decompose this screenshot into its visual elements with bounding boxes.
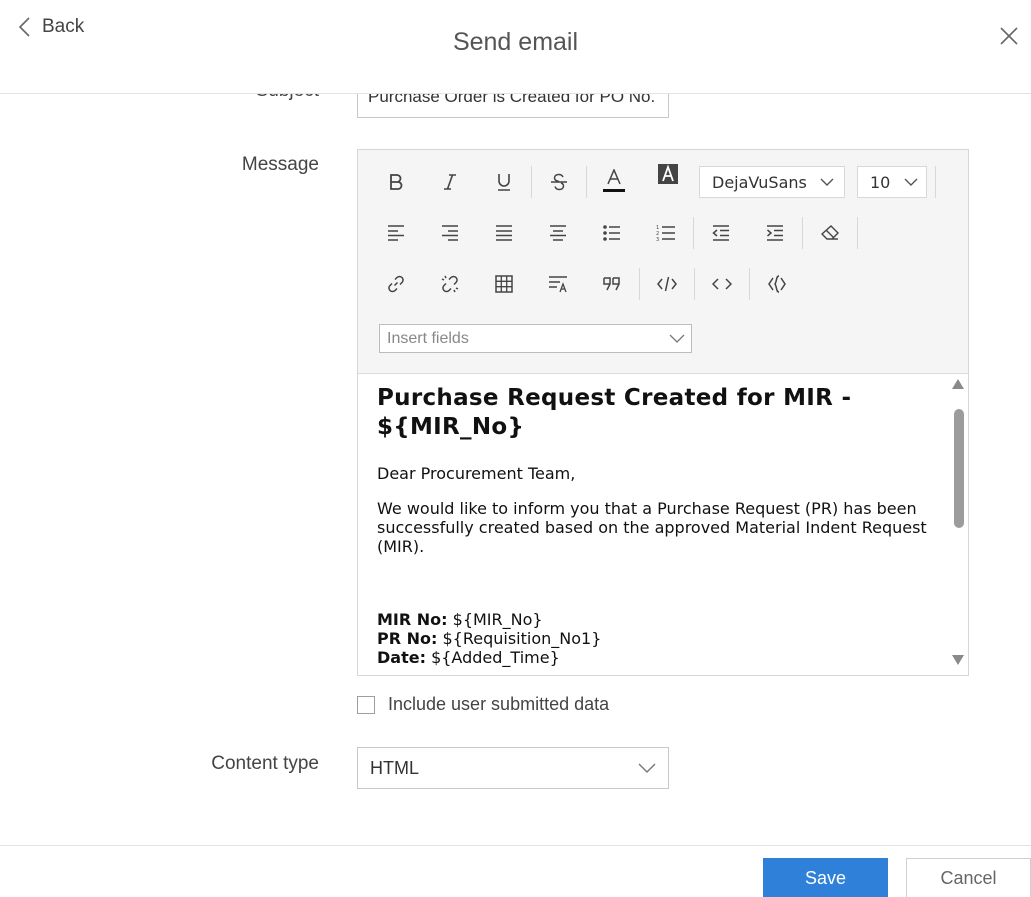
content-type-select[interactable]: HTML (357, 747, 669, 789)
align-right-button[interactable] (423, 213, 477, 253)
insert-fields-select[interactable]: Insert fields (379, 324, 692, 353)
link-icon (388, 275, 404, 293)
insert-field-icon (768, 275, 786, 293)
field-value: ${Requisition_No1} (437, 629, 602, 648)
subject-input[interactable]: Purchase Order is Created for PO No. (357, 94, 669, 118)
table-icon (495, 275, 513, 293)
toolbar-row-1: DejaVuSans 10 (369, 162, 936, 202)
close-icon (1000, 27, 1018, 45)
font-family-value: DejaVuSans (712, 172, 807, 192)
form-body: Subject Purchase Order is Created for PO… (0, 94, 1031, 845)
italic-button[interactable] (423, 162, 477, 202)
message-greeting: Dear Procurement Team, (377, 464, 576, 483)
italic-icon (444, 174, 456, 190)
message-body[interactable]: Purchase Request Created for MIR - ${MIR… (358, 374, 950, 675)
align-right-icon (442, 225, 458, 241)
message-field-row: Date: ${Added_Time} (377, 648, 950, 667)
include-user-data-checkbox[interactable] (357, 695, 375, 714)
include-user-data-label: Include user submitted data (388, 694, 610, 714)
clear-format-icon (821, 225, 839, 240)
background-color-icon (658, 164, 678, 184)
font-color-button[interactable] (587, 162, 641, 202)
clear-format-button[interactable] (803, 213, 857, 253)
message-field-row: PR No: ${Requisition_No1} (377, 629, 950, 648)
font-family-select[interactable]: DejaVuSans (699, 166, 845, 198)
toolbar-divider (935, 166, 936, 198)
page-title: Send email (452, 28, 579, 56)
align-center-button[interactable] (531, 213, 585, 253)
underline-button[interactable] (477, 162, 531, 202)
modal-header: Back Send email (0, 0, 1031, 94)
align-justify-button[interactable] (477, 213, 531, 253)
indent-icon (767, 225, 783, 241)
font-size-select[interactable]: 10 (857, 166, 927, 198)
content-type-value: HTML (370, 757, 419, 778)
code-button[interactable] (640, 264, 694, 304)
rich-text-editor: DejaVuSans 10 1 2 3 Insert fields Purcha… (357, 149, 969, 676)
svg-text:3: 3 (656, 237, 659, 242)
numbered-list-button[interactable]: 123 (639, 213, 693, 253)
font-size-value: 10 (870, 172, 891, 192)
strikethrough-icon (551, 173, 567, 191)
background-color-button[interactable] (641, 162, 695, 202)
chevron-down-icon (669, 334, 685, 343)
bullet-list-button[interactable] (585, 213, 639, 253)
toolbar-row-2: 123 (369, 213, 858, 253)
scroll-thumb[interactable] (954, 409, 964, 528)
line-height-button[interactable] (531, 264, 585, 304)
html-source-button[interactable] (695, 264, 749, 304)
insert-fields-placeholder: Insert fields (387, 329, 469, 347)
align-left-button[interactable] (369, 213, 423, 253)
indent-button[interactable] (748, 213, 802, 253)
strikethrough-button[interactable] (532, 162, 586, 202)
field-value: ${Added_Time} (425, 648, 560, 667)
link-button[interactable] (369, 264, 423, 304)
unlink-button[interactable] (423, 264, 477, 304)
cancel-button[interactable]: Cancel (906, 858, 1031, 897)
align-left-icon (388, 225, 404, 241)
outdent-icon (712, 225, 729, 241)
toolbar-divider (857, 217, 858, 249)
bullet-list-icon (603, 225, 620, 241)
bold-icon (390, 174, 403, 190)
table-button[interactable] (477, 264, 531, 304)
html-source-icon (712, 278, 732, 290)
message-heading: Purchase Request Created for MIR - ${MIR… (377, 385, 852, 440)
scroll-up-arrow[interactable] (952, 379, 964, 389)
save-button[interactable]: Save (763, 858, 888, 897)
chevron-down-icon (904, 178, 918, 186)
line-height-icon (549, 276, 567, 293)
outdent-button[interactable] (694, 213, 748, 253)
content-type-label: Content type (211, 753, 319, 774)
field-key: PR No: (377, 629, 438, 648)
insert-field-button[interactable] (750, 264, 804, 304)
bold-button[interactable] (369, 162, 423, 202)
scroll-down-arrow[interactable] (952, 655, 964, 665)
align-justify-icon (496, 225, 512, 241)
numbered-list-icon: 123 (656, 225, 675, 242)
blockquote-button[interactable] (585, 264, 639, 304)
underline-icon (498, 174, 510, 191)
field-key: MIR No: (377, 610, 448, 629)
unlink-icon (441, 275, 459, 293)
code-icon (657, 276, 677, 292)
field-key: Date: (377, 648, 426, 667)
align-center-icon (550, 225, 566, 241)
field-value: ${MIR_No} (447, 610, 543, 629)
message-label: Message (241, 154, 319, 175)
toolbar-row-3 (369, 264, 804, 304)
chevron-down-icon (638, 763, 656, 773)
include-user-data-option[interactable]: Include user submitted data (357, 694, 609, 715)
editor-scrollbar[interactable] (950, 374, 968, 675)
subject-label: Subject (256, 94, 319, 102)
blockquote-icon (603, 277, 620, 291)
message-field-row: MIR No: ${MIR_No} (377, 610, 950, 629)
message-paragraph: We would like to inform you that a Purch… (377, 499, 927, 556)
close-button[interactable] (999, 26, 1019, 51)
chevron-down-icon (820, 178, 834, 186)
modal-footer: Save Cancel (0, 845, 1031, 897)
font-color-icon (603, 169, 625, 192)
editor-toolbar: DejaVuSans 10 1 2 3 Insert fields (358, 150, 968, 374)
